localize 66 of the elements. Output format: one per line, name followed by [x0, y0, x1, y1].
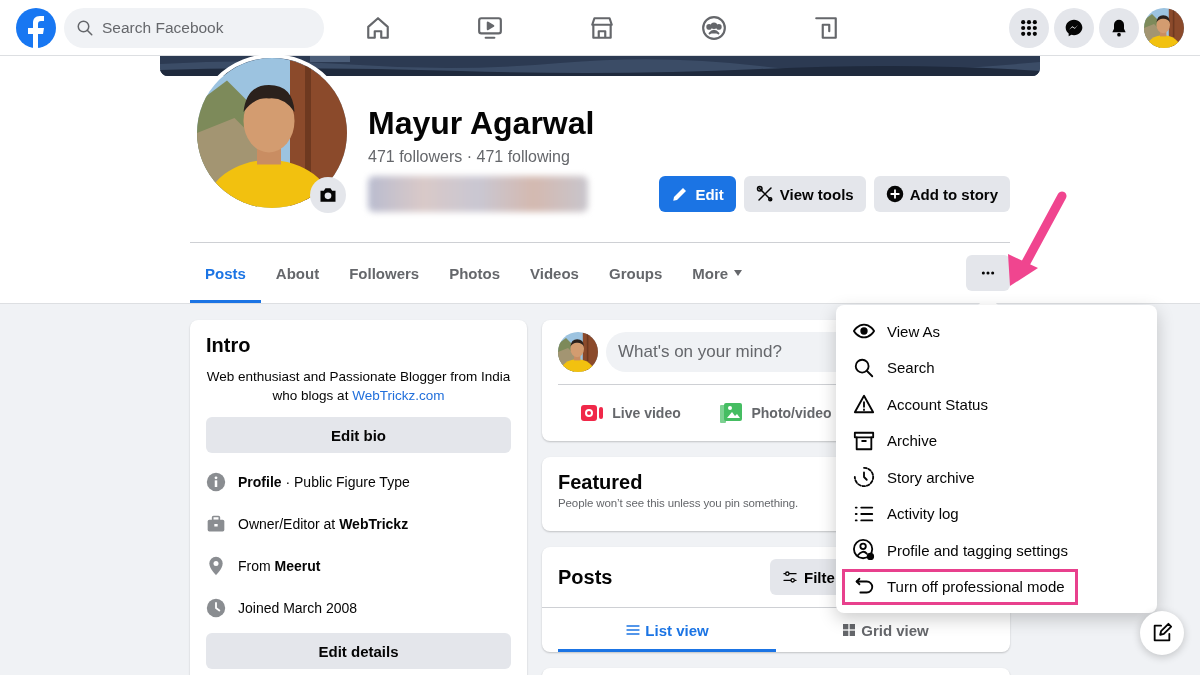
tools-button[interactable]: View tools	[743, 176, 866, 212]
edit-bio-button[interactable]: Edit bio	[206, 417, 511, 453]
menu-item[interactable]: Profile and tagging settings	[842, 532, 1079, 569]
edit-button[interactable]: Edit	[659, 176, 736, 212]
menu-item[interactable]: Archive	[842, 422, 1078, 459]
menu-item[interactable]: Story archive	[842, 459, 1078, 496]
compose-icon	[1151, 622, 1173, 644]
profile-tab[interactable]: More	[677, 243, 758, 303]
warning-icon	[853, 393, 875, 416]
logo-icon[interactable]	[16, 7, 56, 48]
briefcase-icon	[206, 514, 226, 534]
chat-bolt-icon	[1064, 17, 1084, 38]
search-field[interactable]: Search Facebook	[64, 7, 324, 48]
photo-icon	[719, 401, 744, 425]
notifications-button[interactable]	[1099, 7, 1139, 48]
camera-icon	[318, 185, 338, 205]
user-gear-icon	[853, 539, 875, 562]
messenger-button[interactable]	[1054, 7, 1094, 48]
profile-name: Mayur Agarwal	[368, 104, 595, 142]
detail-text: Owner/Editor at WebTrickz	[238, 516, 409, 532]
featured-title: Featured	[558, 471, 643, 494]
profile-tab[interactable]: Videos	[515, 243, 594, 303]
menu-item[interactable]: Account Status	[842, 386, 1078, 423]
profile-tab[interactable]: About	[260, 243, 335, 303]
menu-item[interactable]: Activity log	[842, 495, 1078, 532]
clock-icon	[206, 598, 226, 618]
people-icon	[701, 14, 727, 41]
camera-button[interactable]	[310, 177, 346, 213]
detail-text: From Meerut	[238, 558, 321, 574]
detail-text: Joined March 2008	[238, 600, 358, 616]
account-button[interactable]	[1144, 7, 1184, 48]
profile-tab[interactable]: Photos	[434, 243, 516, 303]
grid-menu-icon	[1019, 17, 1039, 38]
view-tab[interactable]: List view	[558, 608, 776, 652]
profile-tab[interactable]: Posts	[190, 243, 261, 303]
menu-button[interactable]	[1009, 7, 1049, 48]
story-button[interactable]: Add to story	[873, 176, 1010, 212]
bio-text: Web enthusiast and Passionate Blogger from India who blogs at WebTrickz.com	[206, 368, 511, 405]
info-icon	[206, 472, 226, 492]
detail-text: Profile · Public Figure Type	[238, 474, 410, 490]
caret-icon	[734, 270, 743, 276]
search-icon	[76, 18, 94, 37]
clock-icon	[853, 466, 875, 489]
grid-icon	[841, 622, 858, 638]
profile-tab[interactable]: Followers	[334, 243, 435, 303]
live-button[interactable]: Live video	[558, 393, 703, 433]
archive-box-icon	[853, 429, 875, 452]
plus-circle-icon	[885, 185, 904, 203]
store-icon	[589, 14, 615, 41]
menu-item[interactable]: Turn off professional mode	[842, 568, 1078, 605]
follower-stats: 471 followers · 471 following	[368, 148, 571, 166]
featured-note: People won’t see this unless you pin something.	[558, 497, 800, 509]
website-link[interactable]: WebTrickz.com	[352, 388, 445, 403]
search-icon	[853, 356, 875, 379]
intro-title: Intro	[206, 334, 251, 357]
tools-icon	[755, 185, 774, 203]
video-icon	[477, 14, 503, 41]
home-icon	[365, 14, 391, 41]
sliders-icon	[782, 569, 798, 585]
posts-title: Posts	[558, 565, 613, 589]
edit-details-button[interactable]: Edit details	[206, 633, 511, 669]
location-pin-icon	[206, 556, 226, 576]
list-icon	[625, 622, 642, 638]
profile-tab[interactable]: Groups	[593, 243, 678, 303]
compose-button[interactable]	[1140, 611, 1184, 655]
more-button[interactable]	[966, 255, 1010, 291]
